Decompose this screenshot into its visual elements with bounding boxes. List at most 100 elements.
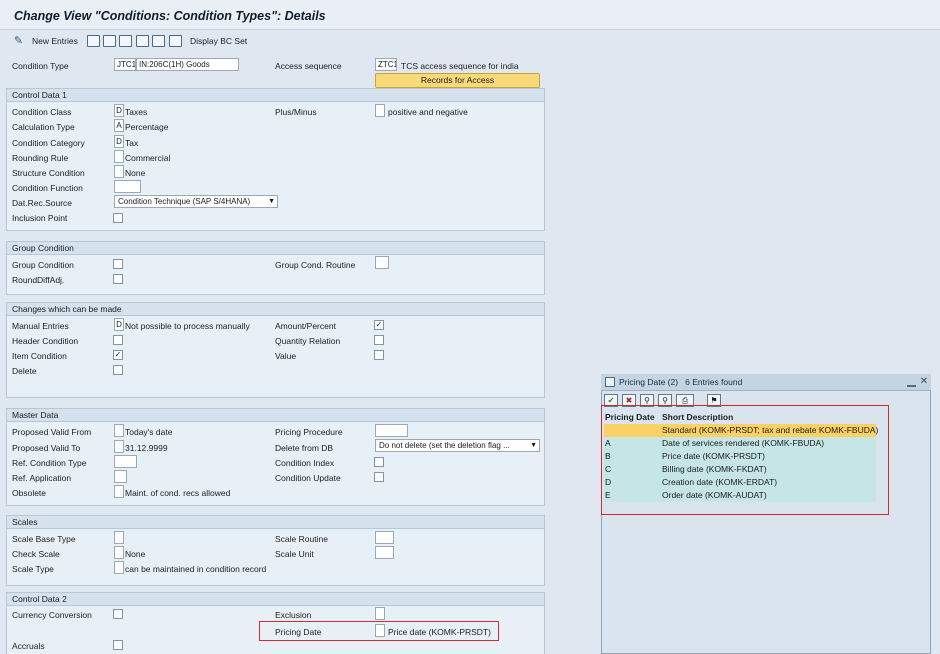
manual-entries-input[interactable]: D bbox=[114, 318, 124, 331]
item-condition-checkbox[interactable]: ✓ bbox=[113, 350, 123, 360]
dat-rec-source-label: Dat.Rec.Source bbox=[12, 198, 72, 208]
quantity-relation-checkbox[interactable] bbox=[374, 335, 384, 345]
access-sequence-input[interactable]: ZTC1 bbox=[375, 58, 397, 71]
amount-percent-checkbox[interactable]: ✓ bbox=[374, 320, 384, 330]
obsolete-label: Obsolete bbox=[12, 488, 47, 498]
plus-minus-label: Plus/Minus bbox=[275, 107, 317, 117]
section-heading: Group Condition bbox=[7, 242, 544, 255]
structure-condition-input[interactable] bbox=[114, 165, 124, 178]
scale-base-type-input[interactable] bbox=[114, 531, 124, 544]
delete-from-db-label: Delete from DB bbox=[275, 443, 334, 453]
scale-routine-input[interactable] bbox=[375, 531, 394, 544]
rounding-rule-input[interactable] bbox=[114, 150, 124, 163]
delete-from-db-dropdown[interactable]: Do not delete (set the deletion flag ...… bbox=[375, 439, 540, 452]
pricing-procedure-input[interactable] bbox=[375, 424, 408, 437]
proposed-valid-from-input[interactable] bbox=[114, 424, 124, 437]
round-diff-adj-label: RoundDiffAdj. bbox=[12, 275, 65, 285]
proposed-valid-from-value: Today's date bbox=[125, 427, 173, 437]
check-scale-input[interactable] bbox=[114, 546, 124, 559]
dat-rec-source-value: Condition Technique (SAP S/4HANA) bbox=[118, 197, 251, 206]
condition-class-value: Taxes bbox=[125, 107, 148, 117]
window-title: Change View "Conditions: Condition Types… bbox=[14, 9, 326, 23]
check-scale-value: None bbox=[125, 549, 146, 559]
changes-section: Changes which can be made bbox=[6, 302, 545, 398]
ref-condition-type-label: Ref. Condition Type bbox=[12, 458, 87, 468]
scale-type-input[interactable] bbox=[114, 561, 124, 574]
rounding-rule-value: Commercial bbox=[125, 153, 171, 163]
dat-rec-source-dropdown[interactable]: Condition Technique (SAP S/4HANA) ▼ bbox=[114, 195, 278, 208]
copy-icon[interactable] bbox=[87, 35, 100, 47]
popup-entries-found: 6 Entries found bbox=[685, 377, 743, 387]
minimize-icon[interactable] bbox=[907, 378, 916, 387]
scale-base-type-label: Scale Base Type bbox=[12, 534, 76, 544]
delete-checkbox[interactable] bbox=[113, 365, 123, 375]
deselect-icon[interactable] bbox=[152, 35, 165, 47]
structure-condition-label: Structure Condition bbox=[12, 168, 85, 178]
rounding-rule-label: Rounding Rule bbox=[12, 153, 69, 163]
check-scale-label: Check Scale bbox=[12, 549, 60, 559]
condition-function-label: Condition Function bbox=[12, 183, 83, 193]
accruals-checkbox[interactable] bbox=[113, 640, 123, 650]
condition-type-label: Condition Type bbox=[12, 61, 69, 71]
new-entries-button[interactable]: New Entries bbox=[32, 36, 78, 46]
proposed-valid-to-value: 31.12.9999 bbox=[125, 443, 168, 453]
inclusion-point-checkbox[interactable] bbox=[113, 213, 123, 223]
header-condition-label: Header Condition bbox=[12, 336, 79, 346]
magic-wand-icon[interactable]: ✎ bbox=[12, 35, 25, 47]
calculation-type-label: Calculation Type bbox=[12, 122, 75, 132]
display-bc-set-button[interactable]: Display BC Set bbox=[190, 36, 247, 46]
ref-application-input[interactable] bbox=[114, 470, 127, 483]
group-condition-checkbox[interactable] bbox=[113, 259, 123, 269]
value-label: Value bbox=[275, 351, 297, 361]
scale-type-value: can be maintained in condition record bbox=[125, 564, 267, 574]
condition-function-input[interactable] bbox=[114, 180, 141, 193]
currency-conversion-label: Currency Conversion bbox=[12, 610, 92, 620]
manual-entries-label: Manual Entries bbox=[12, 321, 69, 331]
obsolete-input[interactable] bbox=[114, 485, 124, 498]
undo-icon[interactable] bbox=[119, 35, 132, 47]
popup-table-highlight bbox=[601, 405, 889, 515]
section-heading: Control Data 2 bbox=[7, 593, 544, 606]
currency-conversion-checkbox[interactable] bbox=[113, 609, 123, 619]
calculation-type-input[interactable]: A bbox=[114, 119, 124, 132]
select-all-icon[interactable] bbox=[136, 35, 149, 47]
manual-entries-value: Not possible to process manually bbox=[125, 321, 250, 331]
condition-category-input[interactable]: D bbox=[114, 135, 124, 148]
obsolete-value: Maint. of cond. recs allowed bbox=[125, 488, 231, 498]
value-checkbox[interactable] bbox=[374, 350, 384, 360]
condition-class-input[interactable]: D bbox=[114, 104, 124, 117]
close-icon[interactable]: ✕ bbox=[919, 376, 929, 387]
search-help-icon bbox=[605, 377, 615, 387]
section-heading: Changes which can be made bbox=[7, 303, 544, 316]
chevron-down-icon: ▼ bbox=[530, 442, 537, 449]
proposed-valid-to-input[interactable] bbox=[114, 440, 124, 453]
round-diff-adj-checkbox[interactable] bbox=[113, 274, 123, 284]
exclusion-input[interactable] bbox=[375, 607, 385, 620]
scale-routine-label: Scale Routine bbox=[275, 534, 328, 544]
condition-update-checkbox[interactable] bbox=[374, 472, 384, 482]
delete-icon[interactable] bbox=[103, 35, 116, 47]
group-cond-routine-input[interactable] bbox=[375, 256, 389, 269]
exclusion-label: Exclusion bbox=[275, 610, 312, 620]
scale-unit-input[interactable] bbox=[375, 546, 394, 559]
popup-title-name: Pricing Date (2) bbox=[619, 377, 679, 387]
header-condition-checkbox[interactable] bbox=[113, 335, 123, 345]
delete-from-db-value: Do not delete (set the deletion flag ... bbox=[379, 441, 510, 450]
condition-index-checkbox[interactable] bbox=[374, 457, 384, 467]
pricing-procedure-label: Pricing Procedure bbox=[275, 427, 343, 437]
master-data-section: Master Data bbox=[6, 408, 545, 506]
condition-update-label: Condition Update bbox=[275, 473, 341, 483]
condition-index-label: Condition Index bbox=[275, 458, 335, 468]
records-for-access-button[interactable]: Records for Access bbox=[375, 73, 540, 88]
ref-condition-type-input[interactable] bbox=[114, 455, 137, 468]
accruals-label: Accruals bbox=[12, 641, 45, 651]
plus-minus-input[interactable] bbox=[375, 104, 385, 117]
condition-class-label: Condition Class bbox=[12, 107, 72, 117]
popup-title: Pricing Date (2) 6 Entries found bbox=[619, 377, 742, 387]
proposed-valid-from-label: Proposed Valid From bbox=[12, 427, 92, 437]
calculation-type-value: Percentage bbox=[125, 122, 169, 132]
access-sequence-label: Access sequence bbox=[275, 61, 342, 71]
condition-type-input[interactable]: JTC1 bbox=[114, 58, 136, 71]
save-icon[interactable] bbox=[169, 35, 182, 47]
section-heading: Master Data bbox=[7, 409, 544, 422]
